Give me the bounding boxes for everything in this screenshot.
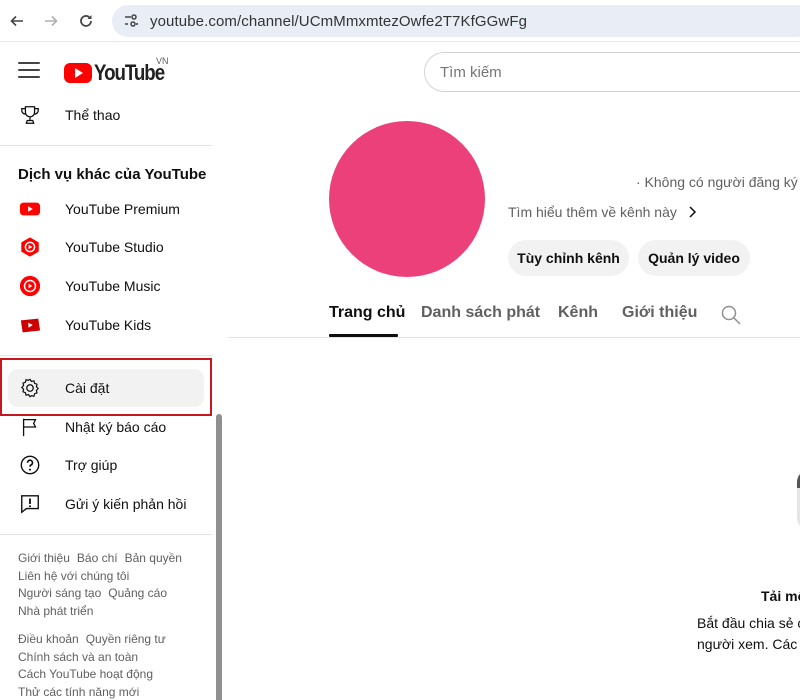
menu-icon [18, 62, 40, 64]
sidebar-item-youtube-kids[interactable]: YouTube Kids [8, 306, 204, 344]
address-bar[interactable]: youtube.com/channel/UCmMmxmtezOwfe2T7KfG… [112, 5, 800, 37]
active-tab-indicator [329, 334, 398, 337]
sidebar-item-help[interactable]: Trợ giúp [8, 446, 204, 484]
forward-button[interactable] [34, 4, 68, 38]
menu-button[interactable] [18, 62, 40, 80]
youtube-studio-icon [18, 235, 42, 259]
section-title: Dịch vụ khác của YouTube [18, 166, 207, 183]
search-box[interactable] [424, 52, 800, 92]
more-about-link[interactable]: Tìm hiểu thêm về kênh này [508, 204, 699, 220]
footer-link-developers[interactable]: Nhà phát triển [18, 604, 93, 618]
chevron-right-icon [689, 206, 696, 218]
sidebar-item-label: Nhật ký báo cáo [65, 419, 167, 435]
sidebar-item-label: Thể thao [65, 107, 121, 123]
empty-state-line: Bắt đầu chia sẻ c [697, 615, 800, 631]
tab-channels[interactable]: Kênh [558, 304, 598, 322]
customize-channel-button[interactable]: Tùy chỉnh kênh [508, 240, 629, 276]
search-icon[interactable] [720, 304, 742, 326]
logo-text: YouTube [94, 60, 165, 85]
channel-tabs: Trang chủ Danh sách phát Kênh Giới thiệu [228, 294, 800, 338]
tab-playlists[interactable]: Danh sách phát [421, 304, 540, 322]
sidebar-item-label: YouTube Studio [65, 239, 164, 255]
sidebar-item-label: Gửi ý kiến phản hồi [65, 496, 187, 512]
help-icon [18, 453, 42, 477]
settings-highlight-annotation [0, 358, 212, 416]
reload-button[interactable] [69, 4, 103, 38]
footer-link-terms[interactable]: Điều khoản [18, 632, 79, 646]
sidebar-divider [0, 534, 212, 535]
footer-link-contact[interactable]: Liên hệ với chúng tôi [18, 569, 129, 583]
youtube-kids-icon [18, 313, 42, 337]
sidebar-item-label: YouTube Kids [65, 317, 152, 333]
feedback-icon [18, 492, 42, 516]
youtube-music-icon [18, 274, 42, 298]
back-button[interactable] [0, 4, 34, 38]
flag-icon [18, 415, 42, 439]
footer-link-about[interactable]: Giới thiệu [18, 551, 70, 565]
sidebar-divider [0, 355, 212, 356]
youtube-logo[interactable]: YouTube VN [64, 56, 176, 86]
sidebar-item-label: YouTube Premium [65, 201, 180, 217]
footer-link-privacy[interactable]: Quyền riêng tư [86, 632, 166, 646]
footer-links-primary: Giới thiệu Báo chí Bản quyền Liên hệ với c… [18, 550, 189, 620]
footer-link-advertise[interactable]: Quảng cáo [108, 586, 167, 600]
manage-videos-button[interactable]: Quản lý video [638, 240, 750, 276]
channel-avatar[interactable] [329, 121, 485, 277]
sidebar-item-label: YouTube Music [65, 278, 161, 294]
subscriber-count: · Không có người đăng ký · [636, 174, 800, 190]
empty-state-title: Tải mộ [761, 588, 800, 604]
site-info-icon[interactable] [122, 12, 140, 30]
sidebar-item-youtube-premium[interactable]: YouTube Premium [8, 190, 204, 228]
sidebar-divider [0, 145, 212, 146]
tab-home[interactable]: Trang chủ [329, 304, 405, 322]
reload-icon [80, 15, 92, 27]
search-input[interactable] [440, 63, 800, 81]
sidebar-item-send-feedback[interactable]: Gửi ý kiến phản hồi [8, 485, 204, 523]
footer-link-how-youtube-works[interactable]: Cách YouTube hoạt động [18, 667, 153, 681]
footer-link-copyright[interactable]: Bản quyền [125, 551, 182, 565]
empty-state-line: người xem. Các v [697, 636, 800, 652]
sidebar-item-label: Trợ giúp [65, 457, 118, 473]
footer-link-test-features[interactable]: Thử các tính năng mới [18, 685, 139, 699]
browser-toolbar: youtube.com/channel/UCmMmxmtezOwfe2T7KfG… [0, 0, 800, 42]
sidebar-item-youtube-music[interactable]: YouTube Music [8, 267, 204, 305]
sidebar-item-sports[interactable]: Thể thao [8, 96, 204, 134]
sidebar-item-youtube-studio[interactable]: YouTube Studio [8, 228, 204, 266]
arrow-right-icon [45, 15, 58, 27]
youtube-premium-icon [18, 197, 42, 221]
empty-state-description: Bắt đầu chia sẻ c người xem. Các v [697, 613, 800, 655]
footer-link-policy-safety[interactable]: Chính sách và an toàn [18, 650, 138, 664]
sidebar-scrollbar[interactable] [216, 414, 222, 700]
youtube-play-icon [64, 63, 92, 83]
footer-link-press[interactable]: Báo chí [77, 551, 118, 565]
country-code: VN [156, 56, 169, 66]
footer-link-creators[interactable]: Người sáng tạo [18, 586, 101, 600]
more-about-label: Tìm hiểu thêm về kênh này [508, 204, 677, 220]
tab-about[interactable]: Giới thiệu [622, 304, 697, 322]
url-text: youtube.com/channel/UCmMmxmtezOwfe2T7KfG… [150, 12, 528, 30]
footer-links-secondary: Điều khoản Quyền riêng tư Chính sách và a… [18, 631, 173, 700]
trophy-icon [18, 103, 42, 127]
arrow-left-icon [10, 15, 23, 27]
